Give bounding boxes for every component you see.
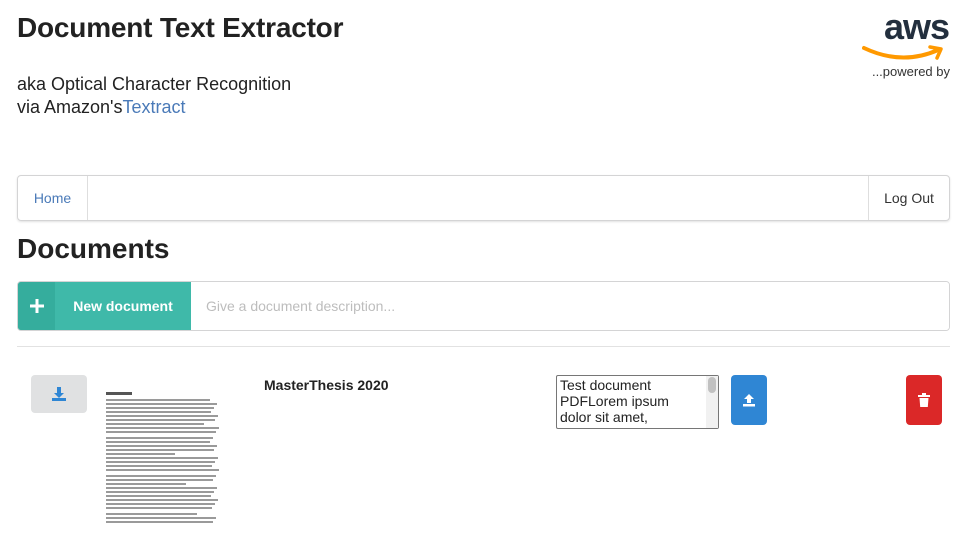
thumbnail-text-line bbox=[106, 399, 210, 401]
thumbnail-text-line bbox=[106, 415, 218, 417]
textract-link[interactable]: Textract bbox=[123, 97, 186, 117]
new-document-button[interactable]: New document bbox=[18, 282, 191, 330]
thumbnail-text-line bbox=[106, 503, 215, 505]
thumbnail-text-line bbox=[106, 479, 213, 481]
document-description-input[interactable] bbox=[191, 282, 949, 330]
plus-icon bbox=[18, 282, 55, 330]
thumbnail-text-line bbox=[106, 441, 210, 443]
powered-by-text: ...powered by bbox=[871, 64, 950, 79]
thumbnail-text-line bbox=[106, 437, 213, 439]
aws-logo: aws ...powered by bbox=[860, 6, 950, 79]
thumbnail-text-line bbox=[106, 453, 175, 455]
thumbnail-text-line bbox=[106, 507, 212, 509]
aws-logo-text: aws bbox=[883, 6, 950, 47]
thumbnail-text-line bbox=[106, 407, 214, 409]
subtitle-line-1: aka Optical Character Recognition bbox=[17, 74, 292, 94]
textarea-scroll-thumb[interactable] bbox=[708, 377, 716, 393]
app-title: Document Text Extractor bbox=[17, 12, 344, 43]
aws-smile-icon bbox=[862, 45, 943, 60]
download-icon bbox=[52, 387, 66, 401]
thumbnail-text-line bbox=[106, 475, 216, 477]
thumbnail-text-line bbox=[106, 465, 212, 467]
thumbnail-text-line bbox=[106, 427, 219, 429]
thumbnail-text-line bbox=[106, 431, 216, 433]
subtitle-line-2: via Amazon'sTextract bbox=[17, 96, 291, 119]
thumbnail-text-line bbox=[106, 469, 219, 471]
thumbnail-text-line bbox=[106, 411, 211, 413]
thumbnail-text-line bbox=[106, 457, 218, 459]
new-document-label: New document bbox=[73, 298, 173, 314]
document-text-area[interactable]: Test document PDFLorem ipsum dolor sit a… bbox=[556, 375, 719, 429]
thumbnail-text-line bbox=[106, 423, 204, 425]
thumbnail-text-line bbox=[106, 499, 218, 501]
thumbnail-text-line bbox=[106, 483, 186, 485]
nav-logout-link[interactable]: Log Out bbox=[868, 176, 949, 220]
thumbnail-text-line bbox=[106, 491, 214, 493]
documents-heading: Documents bbox=[17, 233, 170, 264]
thumbnail-text-line bbox=[106, 419, 215, 421]
app-subtitle: aka Optical Character Recognition via Am… bbox=[17, 73, 291, 119]
trash-icon bbox=[918, 393, 930, 407]
thumbnail-text-line bbox=[106, 445, 217, 447]
thumbnail-title-mark bbox=[106, 392, 132, 395]
delete-button[interactable] bbox=[906, 375, 942, 425]
thumbnail-text-line bbox=[106, 513, 197, 515]
subtitle-prefix: via Amazon's bbox=[17, 97, 123, 117]
thumbnail-text-line bbox=[106, 461, 215, 463]
upload-button[interactable] bbox=[731, 375, 767, 425]
new-document-bar: New document bbox=[17, 281, 950, 331]
thumbnail-text-line bbox=[106, 495, 211, 497]
upload-icon bbox=[743, 394, 755, 407]
top-navbar: Home Log Out bbox=[17, 175, 950, 221]
nav-home-link[interactable]: Home bbox=[18, 176, 88, 220]
thumbnail-text-line bbox=[106, 403, 217, 405]
thumbnail-text-line bbox=[106, 517, 216, 519]
thumbnail-text-line bbox=[106, 449, 214, 451]
download-button[interactable] bbox=[31, 375, 87, 413]
document-thumbnail bbox=[104, 388, 222, 524]
thumbnail-text-line bbox=[106, 521, 213, 523]
section-divider bbox=[17, 346, 950, 347]
thumbnail-text-line bbox=[106, 487, 217, 489]
document-name: MasterThesis 2020 bbox=[264, 377, 389, 393]
